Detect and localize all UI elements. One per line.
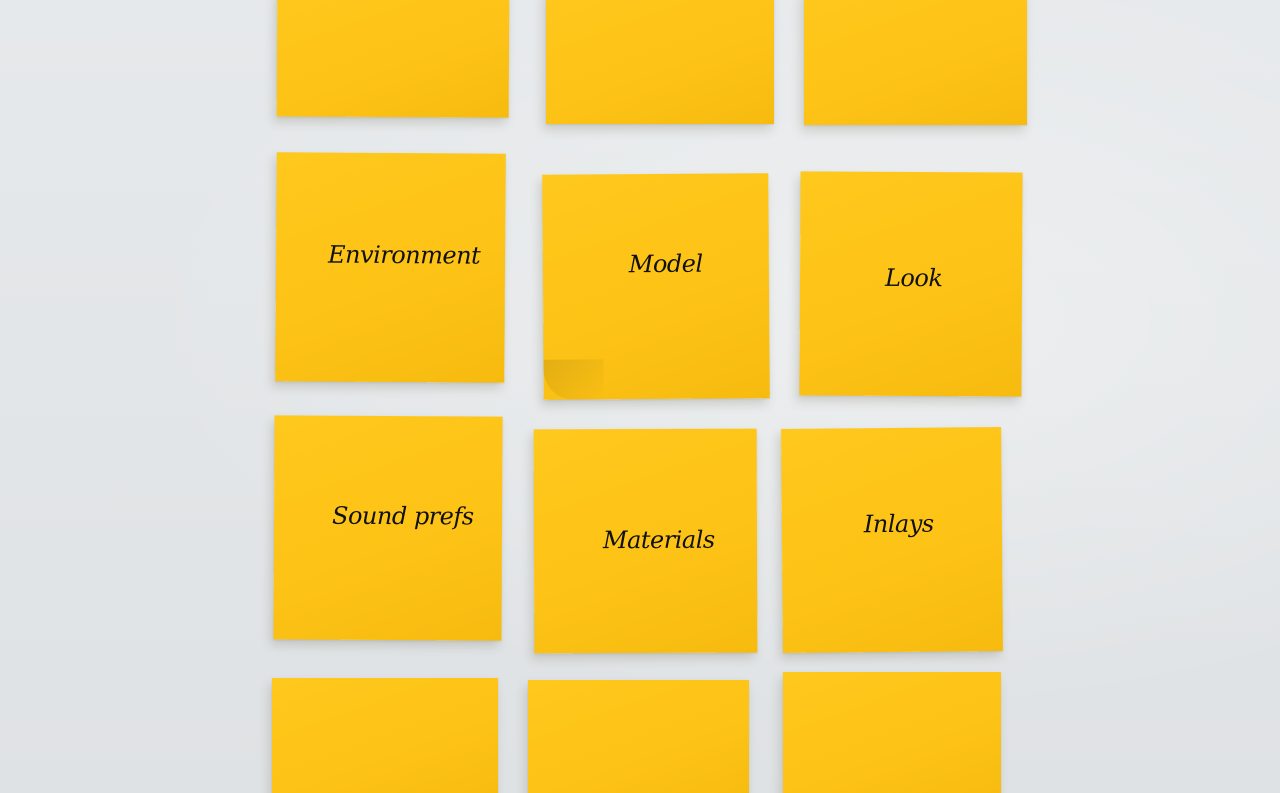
sticky-note-model: Model bbox=[542, 173, 770, 400]
sticky-note-materials: Materials bbox=[533, 428, 758, 654]
sticky-note-environment: Environment bbox=[275, 152, 506, 383]
note-label-sound-prefs: Sound prefs bbox=[331, 501, 474, 531]
note-label-materials: Materials bbox=[602, 525, 715, 555]
sticky-note-top-left bbox=[276, 0, 510, 118]
sticky-note-look: Look bbox=[799, 171, 1023, 397]
note-curl bbox=[543, 359, 604, 400]
note-label-environment: Environment bbox=[327, 240, 481, 270]
note-label-look: Look bbox=[884, 263, 943, 293]
sticky-note-bottom-right bbox=[783, 672, 1001, 793]
note-label-model: Model bbox=[628, 249, 703, 279]
sticky-note-sound-prefs: Sound prefs bbox=[273, 415, 503, 641]
sticky-note-inlays: Inlays bbox=[781, 427, 1003, 653]
sticky-note-bottom-left bbox=[272, 678, 498, 793]
sticky-note-bottom-middle bbox=[528, 680, 749, 793]
note-label-inlays: Inlays bbox=[863, 509, 934, 539]
sticky-note-top-middle bbox=[546, 0, 774, 124]
sticky-note-top-right bbox=[804, 0, 1027, 125]
